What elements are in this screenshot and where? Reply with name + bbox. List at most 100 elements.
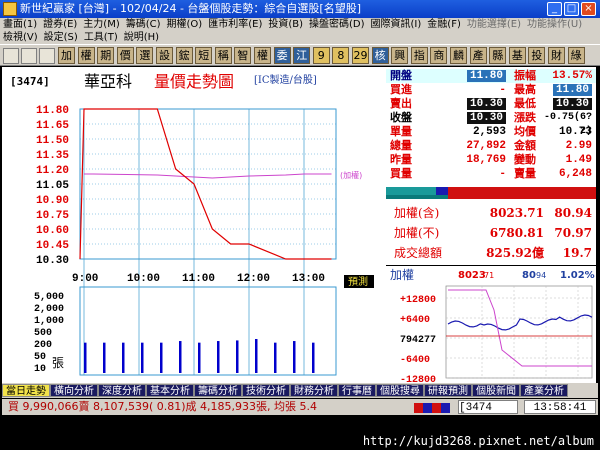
volume-bar [103,342,106,373]
mini-change-small: 94 [536,271,546,280]
toolbar-button[interactable]: 指 [410,47,428,64]
menu-item[interactable]: 證券(E) [40,19,80,30]
watermark: http://kujd3268.pixnet.net/album [362,434,594,448]
price-tick-label: 11.80 [36,105,69,117]
total-label: 總量 [390,139,412,152]
tab-analysis[interactable]: 技術分析 [242,384,290,397]
tab-analysis[interactable]: 籌碼分析 [194,384,242,397]
price-tick-label: 10.45 [36,240,69,252]
menu-item[interactable]: 金融(F) [424,19,464,30]
open-label: 開盤 [390,69,412,82]
volume-bar [293,341,296,373]
toolbar-button[interactable]: 產 [469,47,487,64]
prev-value: 18,769 [466,154,506,166]
mini-tick-label: +12800 [400,295,436,306]
high-label: 最高 [514,83,536,96]
tab-intraday[interactable]: 當日走勢 [2,384,50,397]
toolbar-button[interactable]: 稱 [214,47,232,64]
low-label: 最低 [514,97,536,110]
tab-analysis[interactable]: 研報預測 [424,384,472,397]
minimize-button[interactable]: _ [547,2,562,16]
menu-item[interactable]: 投資(B) [265,19,306,30]
avg-label: 均價 [514,125,536,138]
toolbar-button[interactable]: 短 [195,47,213,64]
volume-bar [217,341,220,373]
close-value: 10.30 [466,112,506,124]
price-tick-label: 10.60 [36,225,69,237]
stock-code-input[interactable]: [3474 [458,400,518,414]
change-label: 漲跌 [514,111,536,124]
volume-bar [179,341,182,373]
menu-item[interactable]: 檢視(V) [0,32,41,43]
quote-row: 總量 27,892 金額 2.99 [386,139,596,153]
mini-tick-label: -6400 [400,355,430,366]
menu-item[interactable]: 工具(T) [81,32,121,43]
toolbar-button[interactable]: 智 [234,47,252,64]
toolbar-button[interactable]: 29 [352,47,369,64]
tab-analysis[interactable]: 基本分析 [146,384,194,397]
window-title: 新世紀贏家 [台灣] - 102/04/24 - 台盤個股走勢：綜合自選股[名望… [20,2,361,15]
menu-item[interactable]: 畫面(1) [0,19,40,30]
stock-name: 華亞科 [84,72,132,91]
buyvol-value: - [499,168,506,180]
price-plot-frame [79,108,337,260]
toolbar-button[interactable]: 綠 [567,47,585,64]
toolbar-button[interactable]: 江 [293,47,311,64]
toolbar-button[interactable]: 權 [254,47,271,64]
tab-analysis[interactable]: 橫向分析 [50,384,98,397]
toolbar-button[interactable]: 設 [156,47,173,64]
amp-value: 13.57% [552,70,592,82]
toolbar-button[interactable]: 9 [312,47,330,64]
tab-analysis[interactable]: 財務分析 [290,384,338,397]
total-value: 27,892 [466,140,506,152]
price-tick-label: 11.35 [36,150,69,162]
toolbar-button[interactable]: 財 [548,47,565,64]
toolbar-button[interactable]: 選 [136,47,154,64]
toolbar-button[interactable]: 商 [430,47,448,64]
low-value: 10.30 [552,98,592,110]
toolbar-button[interactable]: 麟 [450,47,467,64]
toolbar-button[interactable]: 委 [273,47,291,64]
tab-analysis[interactable]: 個股搜尋 [376,384,424,397]
close-button[interactable]: × [581,2,596,16]
menu-item[interactable]: 功能選擇(E) [464,19,524,30]
bid-label: 買進 [390,83,412,96]
volume-tick-label: 1,000 [34,316,64,327]
tab-analysis[interactable]: 深度分析 [98,384,146,397]
chart-icon[interactable] [21,48,37,64]
quote-row: 買進 - 最高 11.80 [386,83,596,97]
tab-analysis[interactable]: 行事曆 [338,384,376,397]
menu-item[interactable]: 國際資訊(I) [368,19,425,30]
menu-item[interactable]: 操盤密碼(D) [306,19,368,30]
toolbar-button[interactable]: 縣 [489,47,507,64]
avg-line-label: (加權) [340,170,362,180]
menu-item[interactable]: 設定(S) [41,32,81,43]
toolbar-button[interactable]: 價 [116,47,134,64]
dollar-icon[interactable] [3,48,19,64]
menu-item[interactable]: 匯市利率(E) [205,19,265,30]
turnover-value: 825.92億 [486,246,544,260]
menu-item[interactable]: 主力(M) [80,19,122,30]
grid-icon[interactable] [39,48,55,64]
toolbar-button[interactable]: 基 [508,47,526,64]
volume-bar [160,342,163,373]
toolbar-button[interactable]: 鋐 [175,47,193,64]
maximize-button[interactable]: □ [564,2,579,16]
tab-analysis[interactable]: 個股新聞 [472,384,520,397]
menu-item[interactable]: 功能操作(U) [524,19,585,30]
toolbar: 加權期價選設鋐短稱智權委江 9 8 29 核興指商麟產縣基投財綠 [0,44,600,66]
toolbar-button[interactable]: 期 [97,47,115,64]
index-mini-chart: 加權 8023 71 80 94 1.02% +12800 +6400 794277 -6400 -… [386,266,596,386]
toolbar-button[interactable]: 8 [332,47,350,64]
toolbar-button[interactable]: 權 [77,47,95,64]
tab-analysis[interactable]: 產業分析 [520,384,568,397]
menu-item[interactable]: 籌碼(C) [123,19,164,30]
menu-item[interactable]: 說明(H) [121,32,162,43]
mini-change: 80 [522,270,536,281]
toolbar-button[interactable]: 興 [391,47,409,64]
toolbar-button[interactable]: 加 [58,47,75,64]
menu-item[interactable]: 期權(O) [164,19,206,30]
index-row: 加權(不) 6780.81 70.97 [386,223,596,243]
toolbar-button[interactable]: 核 [371,47,389,64]
toolbar-button[interactable]: 投 [528,47,546,64]
